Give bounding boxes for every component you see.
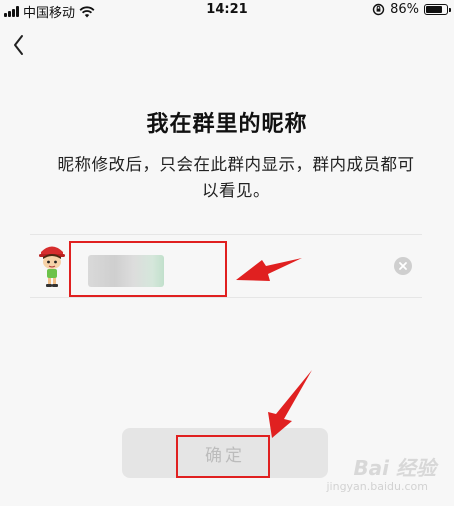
battery-percent: 86%: [390, 2, 419, 17]
annotation-box-nickname: [69, 241, 227, 297]
back-button[interactable]: [6, 28, 36, 62]
clear-button[interactable]: [394, 257, 412, 275]
screen: 中国移动 14:21 86% 我在群里的昵称 昵称修改后，只会在此群内显示，群内…: [0, 0, 454, 506]
watermark-logo: Bai 经验: [353, 456, 436, 480]
page-description: 昵称修改后，只会在此群内显示，群内成员都可以看见。: [57, 155, 415, 200]
status-bar: 中国移动 14:21 86%: [0, 0, 454, 22]
status-right: 86%: [372, 2, 451, 17]
clear-icon: [399, 262, 407, 270]
page-title: 我在群里的昵称: [146, 112, 308, 137]
annotation-box-confirm: [176, 435, 270, 478]
orientation-lock-icon: [372, 3, 385, 16]
chevron-left-icon: [14, 35, 23, 55]
watermark-url: jingyan.baidu.com: [326, 480, 428, 493]
battery-level: [426, 6, 442, 13]
avatar: [39, 246, 65, 287]
battery-icon: [424, 4, 451, 15]
